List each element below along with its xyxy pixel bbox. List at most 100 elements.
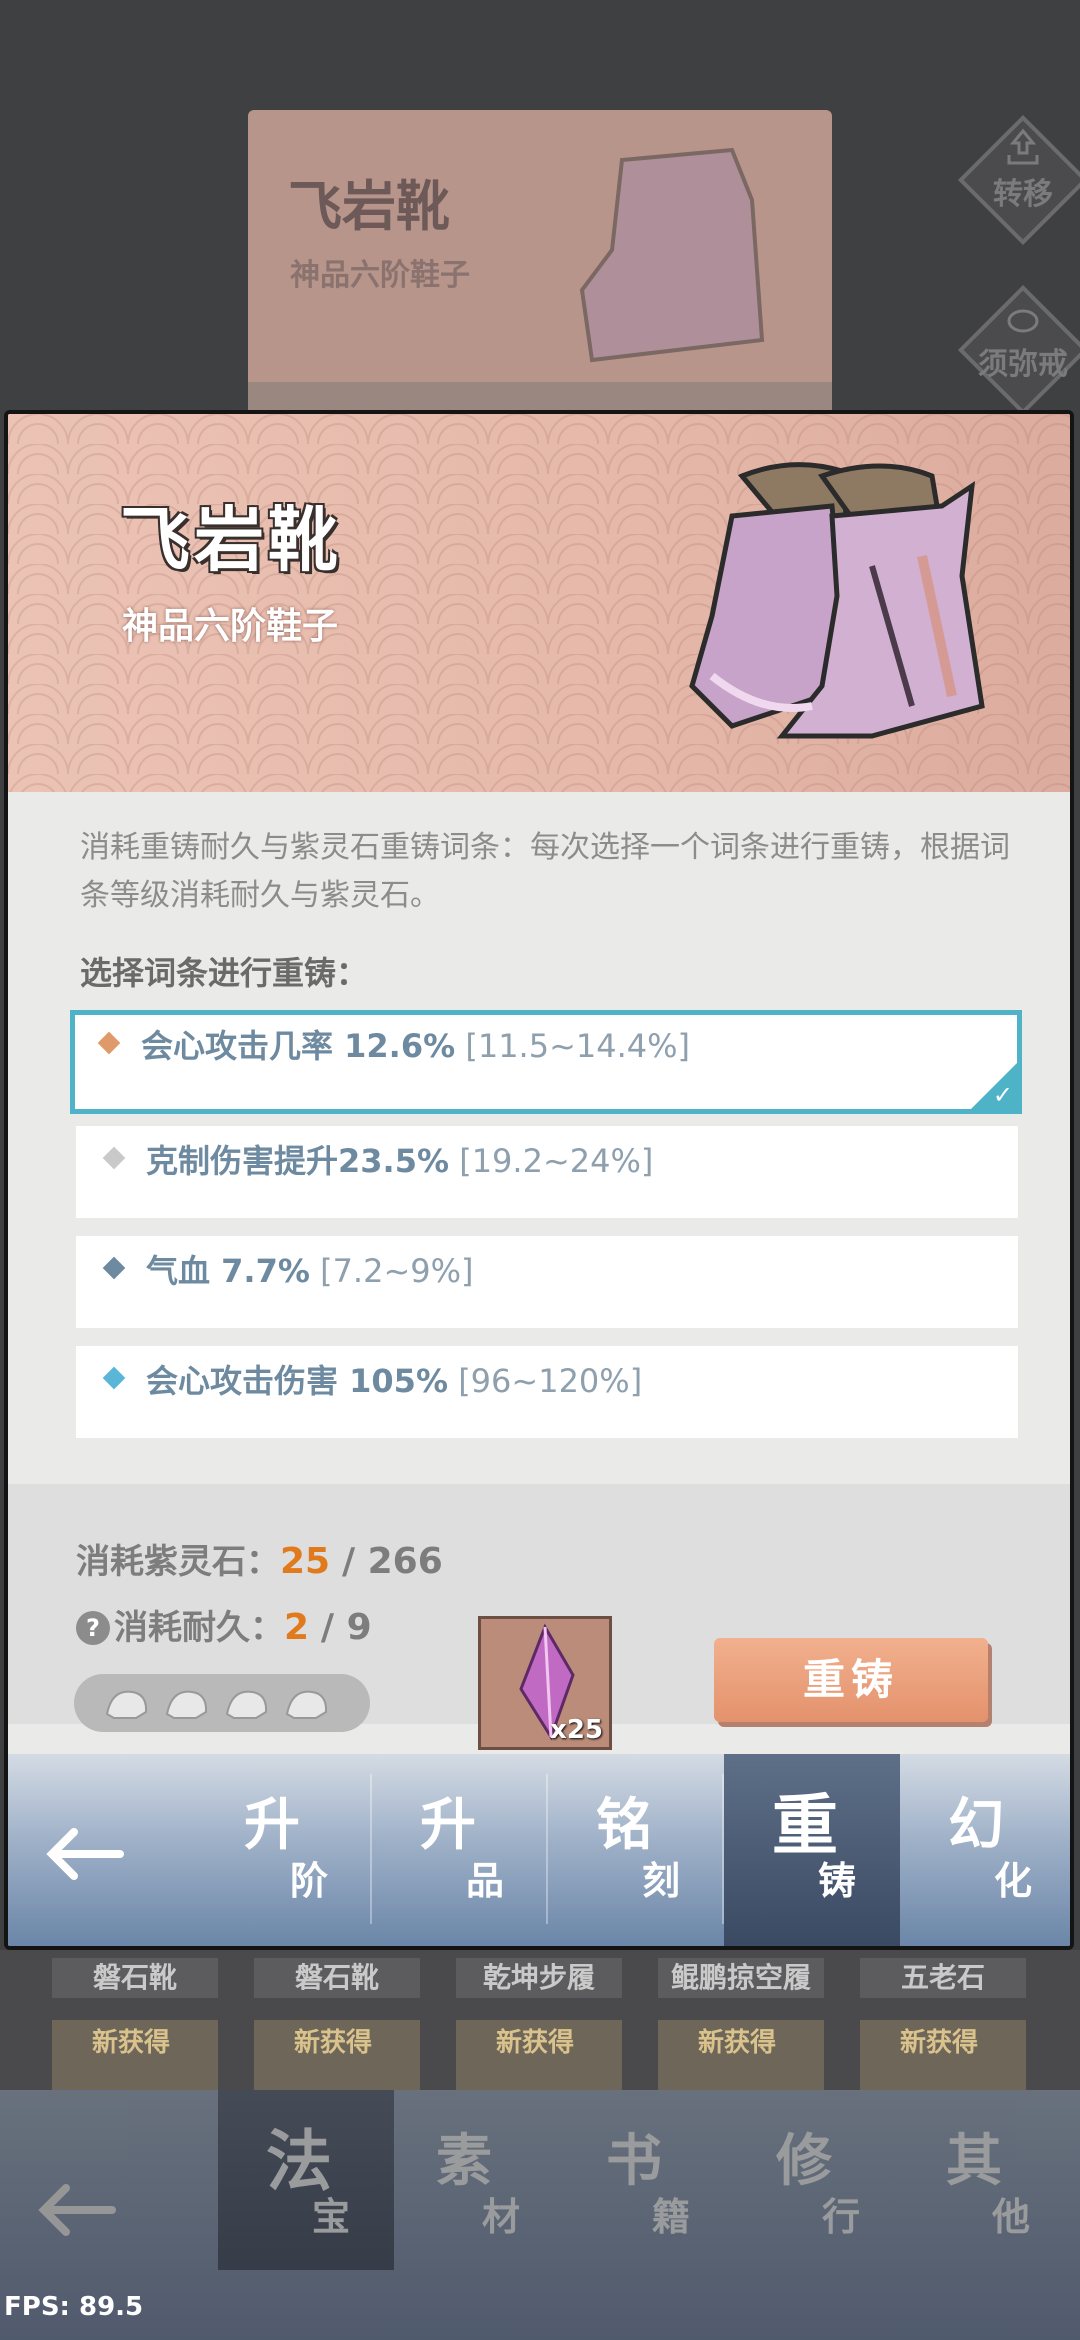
background-item-card: 飞岩靴 神品六阶鞋子 <box>248 110 832 410</box>
durability-indicator <box>74 1674 370 1732</box>
ring-icon <box>1007 309 1039 333</box>
tab-small-char: 材 <box>482 2195 521 2239</box>
stone-cost-label: 消耗紫灵石： <box>76 1542 280 1582</box>
inventory-item-name: 五老石 <box>860 1958 1026 1998</box>
help-icon[interactable]: ? <box>76 1611 110 1645</box>
stone-cost-total: / 266 <box>341 1541 443 1582</box>
affix-value: 会心攻击几率 12.6% <box>141 1027 456 1065</box>
item-grade: 神品六阶鞋子 <box>122 606 339 647</box>
stone-count: x25 <box>550 1715 603 1745</box>
cost-section: 消耗紫灵石：25 / 266 ? 消耗耐久：2 / 9 x25 重铸 <box>8 1484 1070 1750</box>
affix-range: [96~120%] <box>458 1362 643 1400</box>
affix-value: 克制伤害提升23.5% <box>146 1142 450 1180</box>
tab-others[interactable]: 其 他 <box>898 2090 1074 2282</box>
diamond-icon <box>97 1031 121 1055</box>
tab-big-char: 铭 <box>596 1793 652 1858</box>
diamond-icon <box>102 1146 126 1170</box>
tab-small-char: 刻 <box>642 1859 681 1903</box>
inventory-item-name: 鲲鹏掠空履 <box>658 1958 824 1998</box>
recast-button[interactable]: 重铸 <box>714 1638 988 1722</box>
inventory-item[interactable]: 磐石靴 新获得 <box>254 1958 420 2090</box>
boot-icon <box>579 147 765 363</box>
tab-upgrade-stage[interactable]: 升 阶 <box>196 1754 372 1946</box>
affix-range: [11.5~14.4%] <box>465 1027 691 1065</box>
recast-description: 消耗重铸耐久与紫灵石重铸词条：每次选择一个词条进行重铸，根据词条等级消耗耐久与紫… <box>80 830 1010 913</box>
transfer-button[interactable]: 转移 <box>957 114 1080 246</box>
durability-token-icon <box>165 1690 208 1719</box>
tab-small-char: 铸 <box>818 1859 857 1903</box>
affix-range: [7.2~9%] <box>320 1252 474 1290</box>
recast-panel: 飞岩靴 神品六阶鞋子 消耗重铸耐久与紫灵石重铸词条：每次选择一个词条进行重铸，根… <box>4 410 1074 1950</box>
inventory-item[interactable]: 乾坤步履 新获得 <box>456 1958 622 2090</box>
inventory-strip: 磐石靴 新获得 磐石靴 新获得 乾坤步履 新获得 鲲鹏掠空履 新获得 五老石 新… <box>0 1950 1080 2090</box>
affix-value: 会心攻击伤害 105% <box>146 1362 449 1400</box>
tab-big-char: 升 <box>244 1793 300 1858</box>
tab-big-char: 其 <box>946 2129 1002 2194</box>
item-name: 飞岩靴 <box>120 499 342 581</box>
tab-cultivation[interactable]: 修 行 <box>728 2090 904 2282</box>
tab-small-char: 籍 <box>652 2195 691 2239</box>
new-tag: 新获得 <box>294 2028 373 2058</box>
new-tag: 新获得 <box>496 2028 575 2058</box>
upload-icon <box>1007 128 1039 165</box>
tab-recast[interactable]: 重 铸 <box>724 1754 900 1946</box>
sumeru-ring-label: 须弥戒 <box>978 347 1068 382</box>
tab-small-char: 宝 <box>312 2195 351 2239</box>
tab-small-char: 他 <box>992 2195 1031 2239</box>
durability-cost-label: 消耗耐久： <box>114 1608 284 1648</box>
tab-big-char: 修 <box>776 2129 832 2194</box>
durability-cost: ? 消耗耐久：2 / 9 <box>76 1600 372 1649</box>
affix-option-3[interactable]: 气血 7.7% [7.2~9%] <box>76 1236 1018 1328</box>
affix-value: 气血 7.7% <box>146 1252 310 1290</box>
durability-cost-total: / 9 <box>320 1607 372 1648</box>
boot-icon <box>689 462 985 739</box>
tab-small-char: 化 <box>994 1859 1033 1903</box>
inventory-item[interactable]: 五老石 新获得 <box>860 1958 1026 2090</box>
new-tag: 新获得 <box>92 2028 171 2058</box>
tab-big-char: 书 <box>606 2129 662 2194</box>
tab-materials[interactable]: 素 材 <box>388 2090 564 2282</box>
affix-option-2[interactable]: 克制伤害提升23.5% [19.2~24%] <box>76 1126 1018 1218</box>
background-card-strip <box>248 382 832 410</box>
stone-cost-used: 25 <box>280 1541 331 1582</box>
tab-small-char: 品 <box>466 1859 505 1903</box>
inventory-item-name: 磐石靴 <box>254 1958 420 1998</box>
tab-upgrade-quality[interactable]: 升 品 <box>372 1754 548 1946</box>
new-tag: 新获得 <box>698 2028 777 2058</box>
item-banner: 飞岩靴 神品六阶鞋子 <box>8 414 1070 792</box>
background-item-title: 飞岩靴 <box>288 175 450 238</box>
tab-illusion[interactable]: 幻 化 <box>900 1754 1070 1946</box>
durability-cost-used: 2 <box>284 1607 310 1648</box>
diamond-icon <box>102 1366 126 1390</box>
tab-engrave[interactable]: 铭 刻 <box>548 1754 724 1946</box>
tab-books[interactable]: 书 籍 <box>558 2090 734 2282</box>
tab-small-char: 行 <box>822 2195 861 2239</box>
new-tag: 新获得 <box>900 2028 979 2058</box>
inventory-item-name: 磐石靴 <box>52 1958 218 1998</box>
tab-treasure[interactable]: 法 宝 <box>218 2090 394 2270</box>
transfer-label: 转移 <box>993 177 1053 212</box>
purple-spirit-stone-slot[interactable]: x25 <box>478 1616 612 1750</box>
fps-counter: FPS: 89.5 <box>4 2292 144 2322</box>
back-arrow-icon[interactable] <box>36 2180 116 2240</box>
affix-range: [19.2~24%] <box>459 1142 654 1180</box>
inventory-item[interactable]: 鲲鹏掠空履 新获得 <box>658 1958 824 2090</box>
inventory-item-name: 乾坤步履 <box>456 1958 622 1998</box>
affix-option-4[interactable]: 会心攻击伤害 105% [96~120%] <box>76 1346 1018 1438</box>
diamond-icon <box>102 1256 126 1280</box>
tab-big-char: 升 <box>420 1793 476 1858</box>
tab-big-char: 幻 <box>948 1793 1004 1858</box>
select-affix-label: 选择词条进行重铸： <box>80 954 369 992</box>
check-icon: ✓ <box>992 1081 1013 1109</box>
forge-tab-bar: 升 阶 升 品 铭 刻 重 铸 幻 化 <box>8 1754 1070 1946</box>
bag-tab-bar: 法 宝 素 材 书 籍 修 行 其 他 <box>0 2090 1080 2340</box>
stone-cost: 消耗紫灵石：25 / 266 <box>76 1534 443 1583</box>
inventory-item[interactable]: 磐石靴 新获得 <box>52 1958 218 2090</box>
background-item-subtitle: 神品六阶鞋子 <box>290 258 470 293</box>
durability-token-icon <box>285 1690 328 1719</box>
affix-option-1[interactable]: 会心攻击几率 12.6% [11.5~14.4%] ✓ <box>70 1010 1022 1114</box>
sumeru-ring-button[interactable]: 须弥戒 <box>957 284 1080 416</box>
back-arrow-icon[interactable] <box>44 1824 124 1884</box>
durability-token-icon <box>225 1690 268 1719</box>
tab-small-char: 阶 <box>290 1859 329 1903</box>
